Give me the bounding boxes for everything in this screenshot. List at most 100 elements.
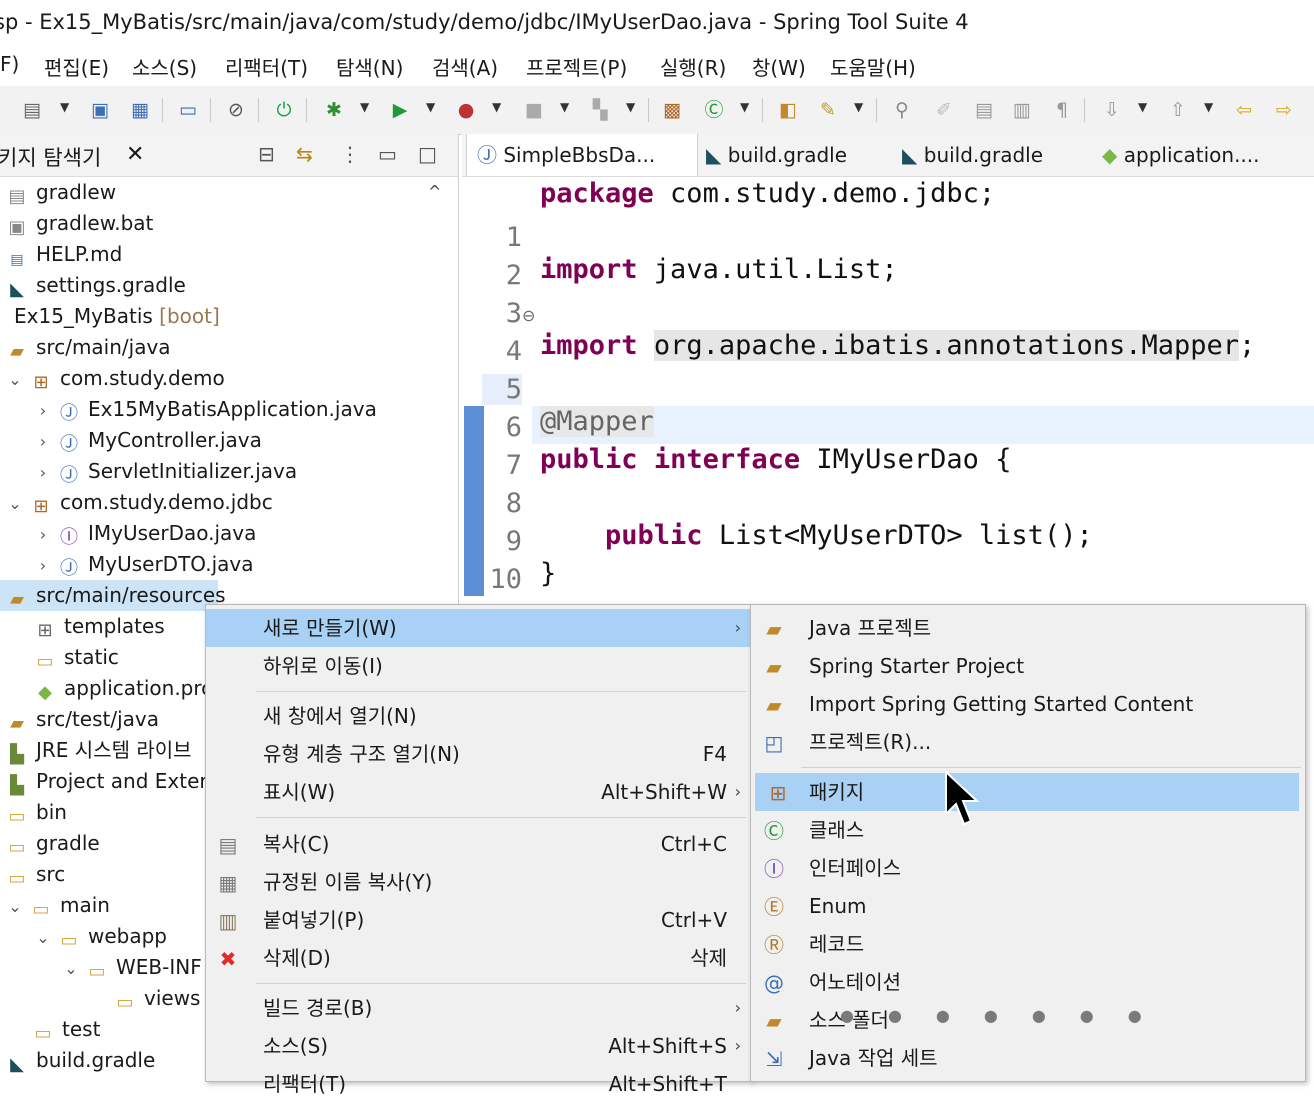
chevron-down-icon[interactable]: ⌄: [2, 364, 28, 395]
scroll-up-icon[interactable]: ^: [428, 182, 441, 201]
power-icon[interactable]: ⏻: [272, 98, 296, 122]
tree-item[interactable]: ◆ application.prc: [32, 673, 212, 704]
tree-item[interactable]: › Ⓙ Ex15MyBatisApplication.java: [30, 394, 377, 425]
tree-item[interactable]: ▭ bin: [4, 797, 66, 828]
chevron-right-icon[interactable]: ›: [30, 457, 56, 488]
menu-navigate[interactable]: 탐색(N): [336, 52, 403, 81]
link-editor-icon[interactable]: ⇆: [296, 142, 313, 166]
block-select-icon[interactable]: ▤: [972, 98, 996, 122]
chevron-down-icon[interactable]: ▼: [426, 100, 435, 114]
chevron-down-icon[interactable]: ▼: [1204, 100, 1213, 114]
tree-item-selected[interactable]: ▰ src/main/resources: [0, 580, 226, 611]
menu-help[interactable]: 도움말(H): [830, 52, 916, 81]
tab-simplebbsdao[interactable]: Ⓙ SimpleBbsDa...: [466, 134, 698, 176]
code-line-5[interactable]: import org.apache.ibatis.annotations.Map…: [540, 330, 1255, 361]
tree-item[interactable]: ⊞ templates: [32, 611, 164, 642]
tree-item[interactable]: ▰ src/test/java: [4, 704, 159, 735]
menu-window[interactable]: 창(W): [752, 52, 806, 81]
submenu-java-working-set[interactable]: ⇲ Java 작업 세트: [751, 1039, 1305, 1077]
code-line-3[interactable]: import java.util.List;: [540, 254, 898, 285]
tree-item[interactable]: ›Ex15_MyBatis [boot]: [0, 301, 220, 332]
chevron-down-icon[interactable]: ⌄: [30, 922, 56, 953]
tree-item[interactable]: ⌄ ▭ webapp: [30, 921, 167, 952]
deploy-icon[interactable]: ▚: [588, 98, 612, 122]
new-package-icon[interactable]: ▩: [660, 98, 684, 122]
menu-item-open-type-hierarchy[interactable]: 유형 계층 구조 열기(N) F4: [206, 735, 751, 773]
save-all-icon[interactable]: ▦: [128, 98, 152, 122]
menu-source[interactable]: 소스(S): [132, 52, 197, 81]
new-icon[interactable]: ▤: [20, 98, 44, 122]
chevron-down-icon[interactable]: ⌄: [2, 891, 28, 922]
menu-item-show-in[interactable]: 표시(W) Alt+Shift+W ›: [206, 773, 751, 811]
tree-item[interactable]: ▤ gradlew: [4, 177, 116, 208]
tree-item[interactable]: ⌄ ⊞ com.study.demo: [2, 363, 224, 395]
code-line-8[interactable]: public interface IMyUserDao {: [540, 444, 1011, 475]
menu-item-open-new-window[interactable]: 새 창에서 열기(N): [206, 697, 751, 735]
forward-icon[interactable]: ⇨: [1272, 98, 1296, 122]
tree-item[interactable]: ◣ settings.gradle: [4, 270, 186, 301]
menu-item-go-into[interactable]: 하위로 이동(I): [206, 647, 751, 685]
tree-item[interactable]: › Ⓙ ServletInitializer.java: [30, 456, 297, 487]
submenu-annotation[interactable]: @ 어노테이션: [751, 963, 1305, 1001]
tree-item[interactable]: ▙ JRE 시스템 라이브: [4, 735, 191, 766]
close-icon[interactable]: ✕: [126, 142, 144, 167]
menu-item-copy-qualified-name[interactable]: ▦ 규정된 이름 복사(Y): [206, 863, 751, 901]
code-line-10[interactable]: public List<MyUserDTO> list();: [540, 520, 1093, 551]
submenu-package[interactable]: ⊞ 패키지: [755, 773, 1299, 811]
submenu-class[interactable]: Ⓒ 클래스: [751, 811, 1305, 849]
tree-item[interactable]: › Ⓙ MyController.java: [30, 425, 262, 456]
new-class-icon[interactable]: Ⓒ: [702, 98, 726, 122]
skip-breakpoints-icon[interactable]: ⊘: [224, 98, 248, 122]
menu-search[interactable]: 검색(A): [432, 52, 498, 81]
menu-item-paste[interactable]: ▥ 붙여넣기(P) Ctrl+V: [206, 901, 751, 939]
menu-item-new[interactable]: 새로 만들기(W) ›: [206, 609, 751, 647]
pin-icon[interactable]: ⚲: [890, 98, 914, 122]
tree-item[interactable]: ▭ test: [30, 1014, 100, 1045]
chevron-down-icon[interactable]: ⌄: [2, 488, 28, 519]
chevron-right-icon[interactable]: ›: [30, 550, 56, 581]
tree-item[interactable]: ▙ Project and Extern: [4, 766, 220, 797]
prev-annotation-icon[interactable]: ⇧: [1166, 98, 1190, 122]
menu-item-source[interactable]: 소스(S) Alt+Shift+S ›: [206, 1027, 751, 1065]
tab-build-gradle-2[interactable]: ◣ build.gradle: [902, 134, 1043, 176]
tree-item[interactable]: ▭ static: [32, 642, 118, 673]
run-icon[interactable]: ▶: [388, 98, 412, 122]
save-icon[interactable]: ▣: [88, 98, 112, 122]
minimize-icon[interactable]: ▭: [378, 142, 397, 166]
menu-item-refactor[interactable]: 리팩터(T) Alt+Shift+T: [206, 1065, 751, 1103]
submenu-interface[interactable]: Ⓘ 인터페이스: [751, 849, 1305, 887]
submenu-record[interactable]: Ⓡ 레코드: [751, 925, 1305, 963]
code-line-11[interactable]: }: [540, 558, 556, 589]
chevron-right-icon[interactable]: ›: [30, 426, 56, 457]
doc-icon[interactable]: ▥: [1010, 98, 1034, 122]
chevron-down-icon[interactable]: ▼: [60, 100, 69, 114]
tree-item[interactable]: ⌄ ▭ WEB-INF: [58, 952, 201, 983]
view-menu-icon[interactable]: ⋮: [340, 142, 360, 166]
pilcrow-icon[interactable]: ¶: [1050, 98, 1074, 122]
chevron-right-icon[interactable]: ›: [30, 519, 56, 550]
tree-item[interactable]: ▰ src/main/java: [4, 332, 170, 363]
maximize-icon[interactable]: □: [418, 142, 437, 166]
chevron-down-icon[interactable]: ▼: [360, 100, 369, 114]
tree-item[interactable]: › Ⓙ MyUserDTO.java: [30, 549, 254, 580]
menu-edit[interactable]: 편집(E): [44, 52, 109, 81]
search-icon[interactable]: ✎: [816, 98, 840, 122]
fold-icon[interactable]: ⊖: [522, 306, 535, 325]
menu-item-copy[interactable]: ▤ 복사(C) Ctrl+C: [206, 825, 751, 863]
code-line-7[interactable]: @Mapper: [540, 406, 654, 437]
tree-item[interactable]: ▭ gradle: [4, 828, 99, 859]
menu-project[interactable]: 프로젝트(P): [526, 52, 627, 81]
terminal-icon[interactable]: ▭: [176, 98, 200, 122]
tab-application[interactable]: ◆ application....: [1102, 134, 1260, 176]
external-tools-icon[interactable]: ●: [454, 98, 478, 122]
next-annotation-icon[interactable]: ⇩: [1100, 98, 1124, 122]
stop-icon[interactable]: ■: [522, 98, 546, 122]
menu-file[interactable]: F): [0, 52, 19, 76]
tree-item[interactable]: ◣ build.gradle: [4, 1045, 155, 1076]
chevron-down-icon[interactable]: ▼: [626, 100, 635, 114]
code-line-1[interactable]: package com.study.demo.jdbc;: [540, 178, 995, 209]
chevron-down-icon[interactable]: ▼: [854, 100, 863, 114]
tree-item[interactable]: ⌄ ⊞ com.study.demo.jdbc: [2, 487, 272, 519]
submenu-spring-import[interactable]: ▰ Import Spring Getting Started Content: [751, 685, 1305, 723]
pen-icon[interactable]: ✐: [932, 98, 956, 122]
